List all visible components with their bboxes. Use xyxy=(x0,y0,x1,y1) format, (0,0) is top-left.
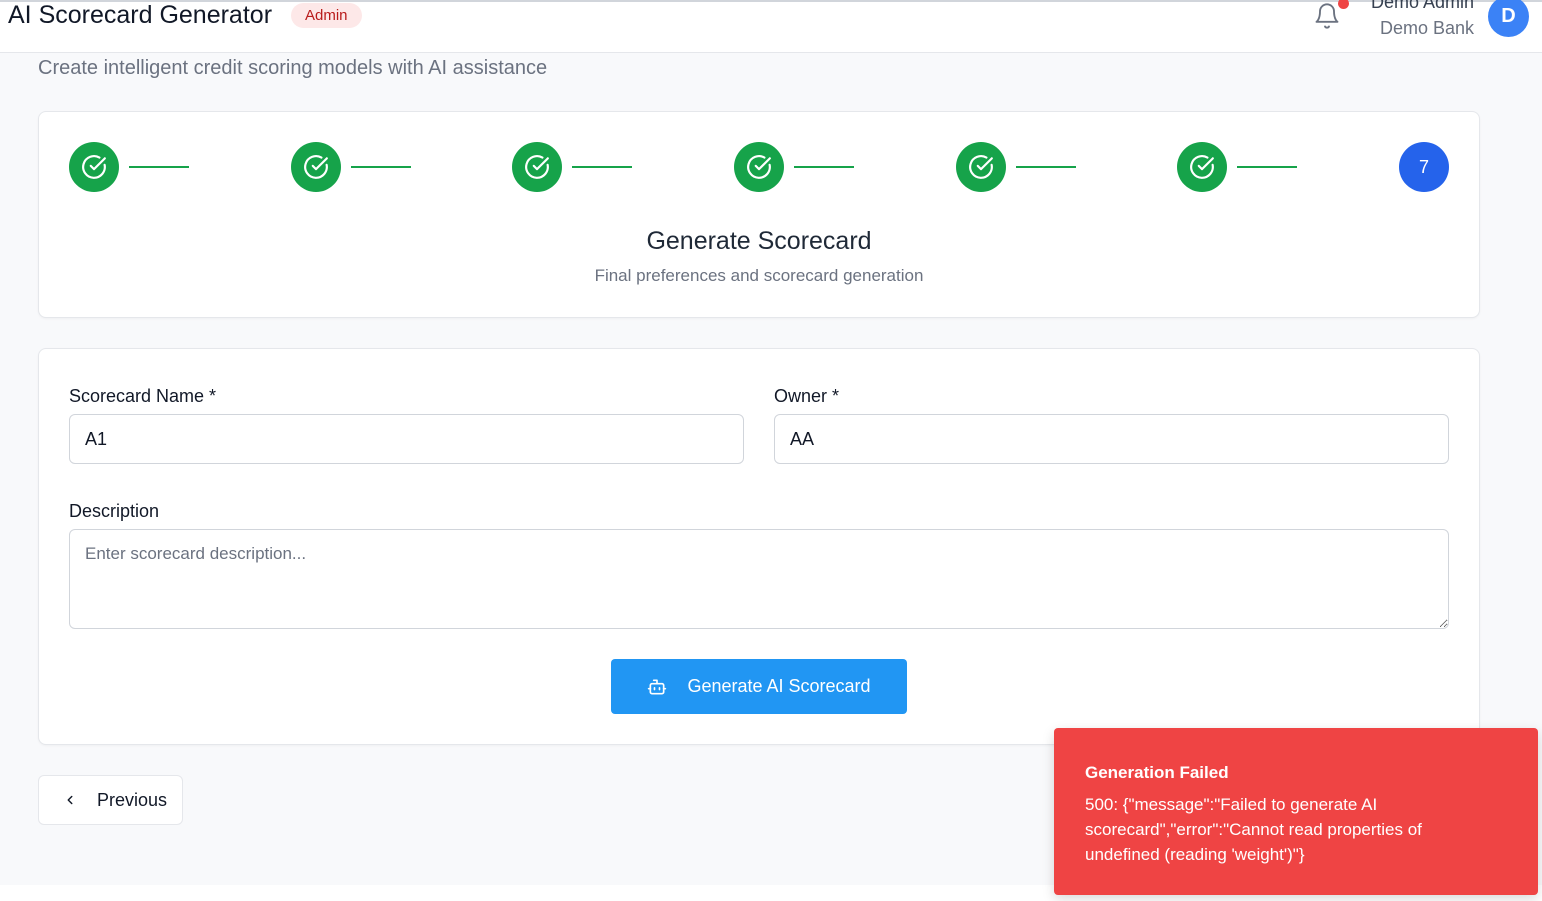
page-subtitle: Create intelligent credit scoring models… xyxy=(38,57,548,79)
step-connector xyxy=(1016,166,1076,168)
check-circle-icon xyxy=(747,155,771,179)
step-connector xyxy=(572,166,632,168)
notification-badge xyxy=(1338,0,1349,9)
step-connector xyxy=(1237,166,1297,168)
step-connector xyxy=(129,166,189,168)
role-badge: Admin xyxy=(291,3,362,28)
step-4-complete xyxy=(734,142,784,192)
description-textarea[interactable] xyxy=(69,529,1449,629)
error-toast[interactable]: Generation Failed 500: {"message":"Faile… xyxy=(1054,728,1538,895)
owner-label: Owner * xyxy=(774,386,840,406)
step-2-complete xyxy=(291,142,341,192)
step-6-complete xyxy=(1177,142,1227,192)
previous-button[interactable]: Previous xyxy=(38,775,183,825)
check-circle-icon xyxy=(969,155,993,179)
generate-button-label: Generate AI Scorecard xyxy=(687,676,871,696)
step-connector xyxy=(351,166,411,168)
check-circle-icon xyxy=(82,155,106,179)
scorecard-name-input[interactable] xyxy=(69,414,744,464)
step-description: Final preferences and scorecard generati… xyxy=(594,266,924,285)
check-circle-icon xyxy=(1190,155,1214,179)
bot-icon xyxy=(648,679,667,694)
description-label: Description xyxy=(69,501,160,521)
stepper-card: 7 Generate Scorecard Final preferences a… xyxy=(38,111,1480,318)
chevron-left-icon xyxy=(67,795,73,805)
app-title: AI Scorecard Generator xyxy=(8,1,273,29)
step-title: Generate Scorecard xyxy=(646,227,872,255)
generate-ai-scorecard-button[interactable]: Generate AI Scorecard xyxy=(611,659,907,714)
check-circle-icon xyxy=(525,155,549,179)
step-1-complete xyxy=(69,142,119,192)
toast-title: Generation Failed xyxy=(1085,763,1229,782)
toast-message: 500: {"message":"Failed to generate AI s… xyxy=(1085,795,1422,864)
step-5-complete xyxy=(956,142,1006,192)
check-circle-icon xyxy=(304,155,328,179)
top-bar: AI Scorecard Generator Admin Demo Admin … xyxy=(0,0,1542,53)
scorecard-form-card: Scorecard Name * Owner * Description Gen… xyxy=(38,348,1480,745)
notification-bell-icon[interactable] xyxy=(1313,2,1341,30)
scorecard-name-label: Scorecard Name * xyxy=(69,386,217,406)
user-organization: Demo Bank xyxy=(1379,18,1474,38)
step-3-complete xyxy=(512,142,562,192)
user-name: Demo Admin xyxy=(1370,0,1474,12)
step-7-current: 7 xyxy=(1399,142,1449,192)
previous-button-label: Previous xyxy=(97,789,168,810)
step-connector xyxy=(794,166,854,168)
owner-input[interactable] xyxy=(774,414,1449,464)
avatar[interactable]: D xyxy=(1488,0,1529,37)
